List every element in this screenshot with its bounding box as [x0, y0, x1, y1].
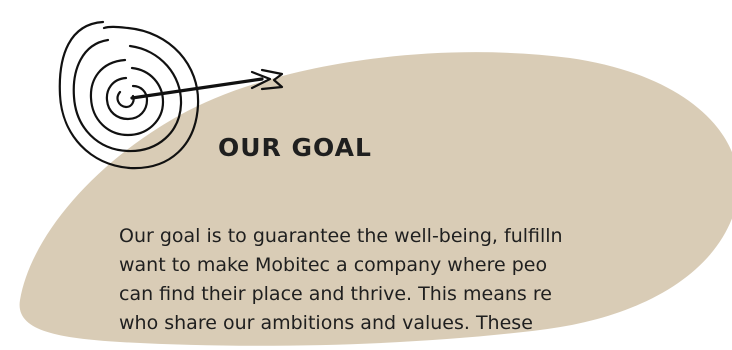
section-title: OUR GOAL: [218, 133, 372, 162]
paragraph-line: Our goal is to guarantee the well-being,…: [119, 225, 563, 247]
paragraph-line: who share our ambitions and values. Thes…: [119, 312, 533, 334]
paragraph-line: want to make Mobitec a company where peo: [119, 254, 548, 276]
goal-paragraph: Our goal is to guarantee the well-being,…: [119, 222, 732, 338]
paragraph-line: can find their place and thrive. This me…: [119, 283, 552, 305]
goal-section: OUR GOAL Our goal is to guarantee the we…: [0, 0, 732, 350]
